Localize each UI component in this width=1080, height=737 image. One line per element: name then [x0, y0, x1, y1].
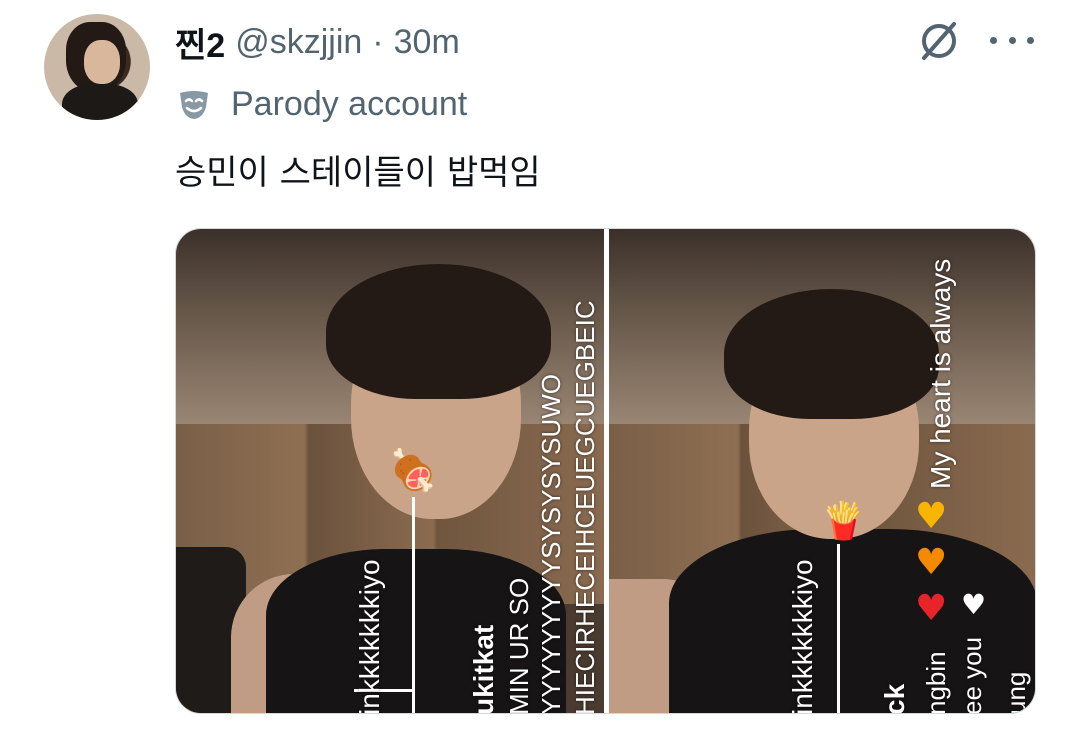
- display-name[interactable]: 찐2: [175, 18, 225, 67]
- tweet-time[interactable]: 30m: [394, 23, 460, 62]
- comment-long-1: YYYYYYYYYSYSYSYSUWO: [536, 373, 566, 713]
- fries-emoji: 🍟: [821, 501, 866, 542]
- more-dot: [990, 36, 997, 44]
- person-hair: [724, 289, 939, 419]
- avatar[interactable]: [44, 14, 150, 120]
- yellow-heart-icon: ♥: [915, 496, 948, 537]
- person-hair: [326, 264, 551, 399]
- tweet-media[interactable]: 🍖 inkkkkkkkiyo ukitkat MIN UR SO YYYYYYY…: [175, 228, 1036, 714]
- more-options-icon[interactable]: [990, 30, 1034, 50]
- comment-sub-3: ung: [1001, 671, 1031, 713]
- comment-message: MIN UR SO: [504, 577, 534, 713]
- meat-emoji: 🍖: [388, 448, 438, 494]
- comment-username: inkkkkkkkiyo: [354, 559, 385, 713]
- more-dot: [1027, 36, 1034, 44]
- tweet-text: 승민이 스테이들이 밥먹임: [175, 153, 541, 193]
- header-separator: ·: [372, 22, 384, 61]
- media-photo-right[interactable]: 🍟 inkkkkkkkiyo ck My heart is always ngb…: [609, 229, 1035, 713]
- red-heart-icon: ♥: [915, 588, 948, 629]
- comment-user: ck: [879, 683, 910, 713]
- avatar-face: [84, 40, 120, 84]
- comment-long-2: HIECIRHECEIHCEUEGCUEGBEIC: [570, 300, 600, 713]
- comment-line: [837, 544, 840, 713]
- user-handle[interactable]: @skzjjin: [235, 23, 362, 62]
- comment-user: ukitkat: [468, 624, 499, 713]
- orange-heart-icon: ♥: [915, 542, 948, 583]
- more-dot: [1008, 36, 1016, 44]
- comment-username: inkkkkkkkiyo: [787, 559, 818, 713]
- comment-sub-1: ngbin: [921, 651, 951, 713]
- tweet-header: 찐2 @skzjjin · 30m: [175, 22, 460, 65]
- media-photo-left[interactable]: 🍖 inkkkkkkkiyo ukitkat MIN UR SO YYYYYYY…: [176, 229, 604, 713]
- comment-line: [412, 497, 415, 713]
- white-heart-icon: ♥: [961, 588, 987, 621]
- no-entry-icon[interactable]: [916, 18, 962, 64]
- parody-label-row: Parody account: [177, 82, 467, 126]
- parody-mask-icon: [180, 91, 208, 119]
- comment-sub-2: ee you: [957, 636, 987, 713]
- comment-message: My heart is always: [925, 258, 956, 489]
- avatar-body: [62, 84, 138, 120]
- parody-label: Parody account: [231, 84, 468, 123]
